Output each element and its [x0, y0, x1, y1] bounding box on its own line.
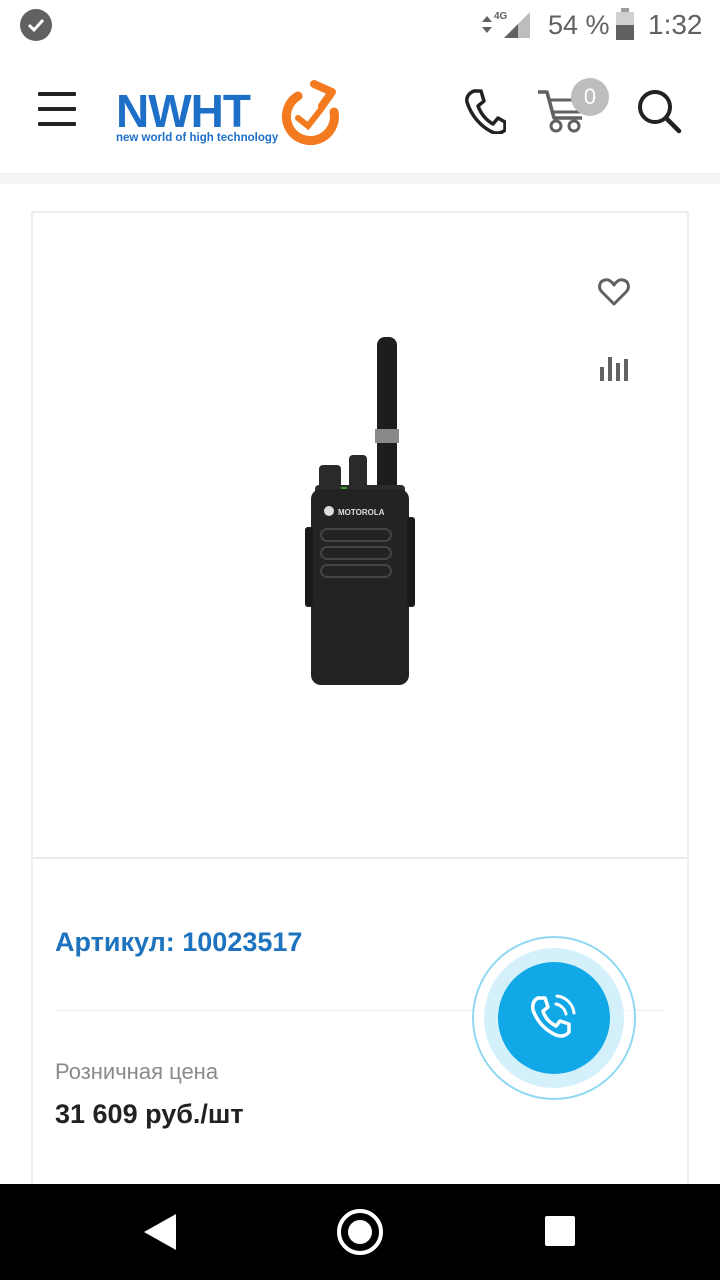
system-nav-bar — [0, 1184, 720, 1280]
logo-tagline: new world of high technology — [116, 132, 279, 144]
search-icon[interactable] — [636, 88, 682, 134]
recents-icon[interactable] — [545, 1216, 575, 1246]
site-header: NWHT new world of high technology 0 — [0, 50, 720, 174]
battery-icon — [615, 8, 635, 40]
heart-icon[interactable] — [598, 277, 630, 307]
menu-icon[interactable] — [38, 92, 76, 126]
product-image: MOTOROLA — [305, 337, 415, 685]
site-logo[interactable]: NWHT new world of high technology — [116, 78, 346, 148]
callback-button[interactable] — [498, 962, 610, 1074]
clock: 1:32 — [648, 9, 703, 40]
product-article: Артикул: 10023517 — [55, 927, 303, 957]
check-icon — [20, 9, 52, 41]
price-label: Розничная цена — [55, 1059, 219, 1084]
product-image-area: MOTOROLA — [33, 213, 687, 859]
header-divider — [0, 174, 720, 184]
compare-chart-icon[interactable] — [598, 353, 630, 383]
status-bar: 4G 54 % 1:32 — [0, 0, 720, 50]
back-icon[interactable] — [142, 1212, 178, 1252]
phone-icon[interactable] — [464, 88, 507, 135]
home-icon[interactable] — [337, 1209, 383, 1255]
logo-arrow-icon — [281, 80, 339, 145]
price-value: 31 609 руб./шт — [55, 1099, 244, 1129]
network-type-label: 4G — [494, 11, 508, 22]
cart-count-badge: 0 — [571, 78, 609, 116]
logo-wordmark: NWHT — [116, 85, 251, 137]
battery-percent: 54 % — [548, 10, 610, 40]
phone-ringing-icon — [531, 994, 576, 1038]
signal-icon: 4G — [478, 8, 534, 40]
product-brand-label: MOTOROLA — [338, 508, 385, 517]
